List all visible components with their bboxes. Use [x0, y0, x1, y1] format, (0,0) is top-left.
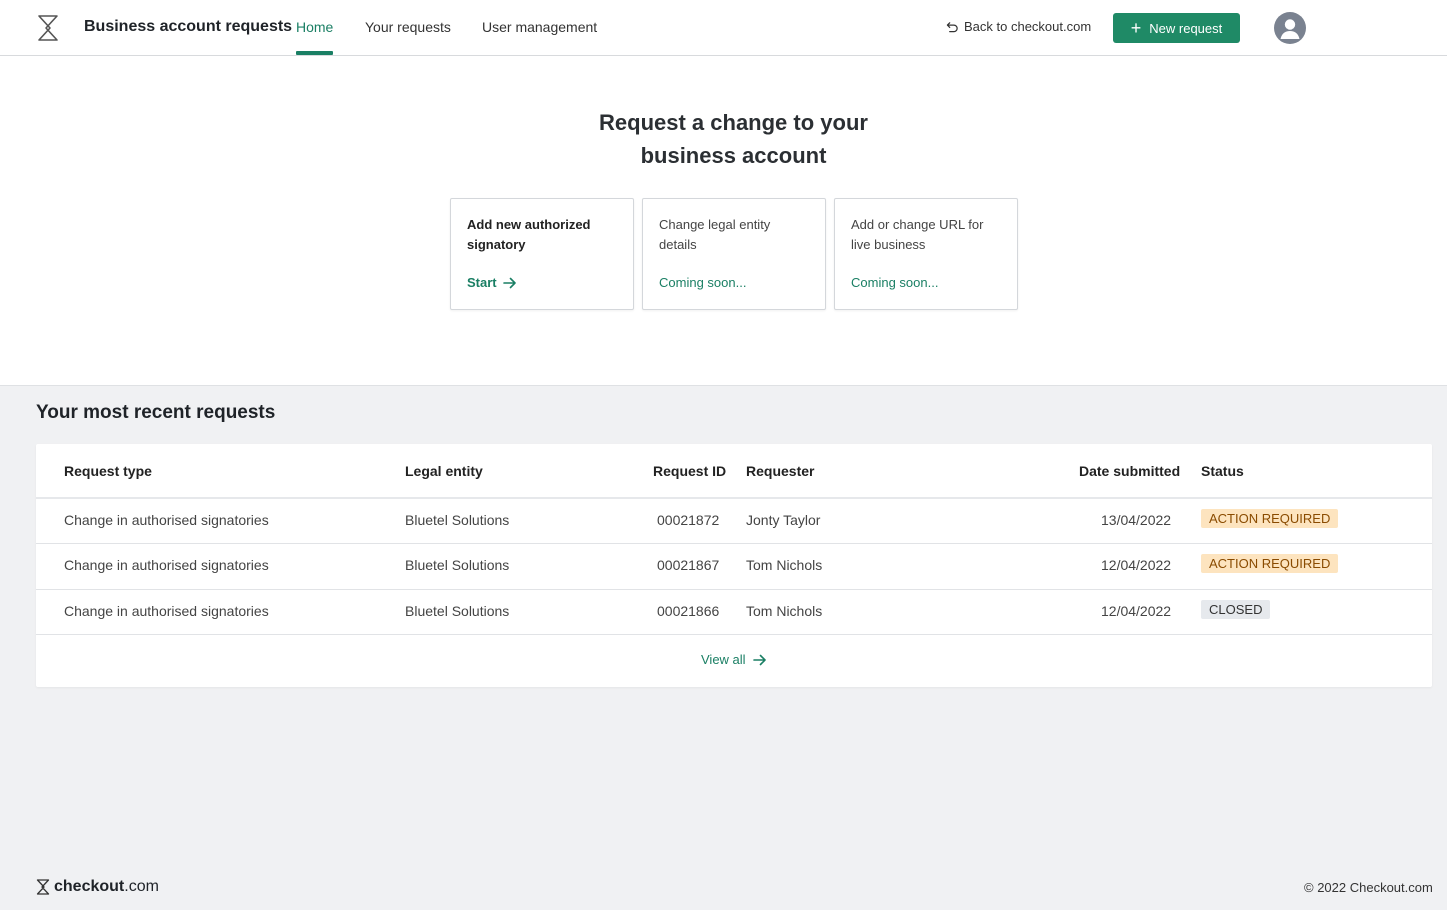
date-submitted-cell: 12/04/2022	[1101, 557, 1172, 573]
brand-bold: checkout	[54, 878, 125, 895]
card-change-legal-entity[interactable]: Change legal entity details Coming soon.…	[642, 198, 826, 310]
page-title-line-2: business account	[640, 143, 827, 168]
view-all-label: View all	[701, 652, 746, 667]
card-change-live-url[interactable]: Add or change URL for live business Comi…	[834, 198, 1018, 310]
brand-domain: .com	[124, 878, 159, 895]
copyright-text: © 2022 Checkout.com	[1304, 880, 1433, 895]
page-title-line-1: Request a change to your	[599, 110, 868, 135]
tab-user-management[interactable]: User management	[482, 19, 597, 35]
column-header-request-id[interactable]: Request ID	[653, 463, 726, 479]
card-title: Add new authorized signatory	[467, 217, 591, 252]
arrow-right-icon	[752, 654, 766, 665]
status-badge: ACTION REQUIRED	[1201, 509, 1339, 528]
column-header-status[interactable]: Status	[1201, 463, 1244, 479]
new-request-button[interactable]: + New request	[1113, 13, 1240, 43]
table-row[interactable]: Change in authorised signatories Bluetel…	[36, 589, 1432, 635]
table-footer: View all	[36, 634, 1432, 687]
recent-requests-heading: Your most recent requests	[36, 402, 276, 423]
requester-cell: Tom Nichols	[746, 603, 823, 619]
requester-cell: Tom Nichols	[746, 557, 823, 573]
request-type-cell: Change in authorised signatories	[64, 512, 269, 528]
page-title: Request a change to your business accoun…	[0, 106, 1447, 172]
back-link-label: Back to checkout.com	[964, 19, 1092, 34]
card-title: Change legal entity details	[659, 217, 771, 252]
date-submitted-cell: 12/04/2022	[1101, 603, 1172, 619]
legal-entity-cell: Bluetel Solutions	[405, 603, 510, 619]
app-title: Business account requests	[84, 18, 293, 35]
new-request-label: New request	[1149, 20, 1223, 36]
legal-entity-cell: Bluetel Solutions	[405, 557, 510, 573]
legal-entity-cell: Bluetel Solutions	[405, 512, 510, 528]
start-link[interactable]: Start	[467, 275, 517, 290]
recent-requests-table: Request type Legal entity Request ID Req…	[36, 444, 1432, 687]
column-header-requester[interactable]: Requester	[746, 463, 814, 479]
status-badge: ACTION REQUIRED	[1201, 554, 1339, 573]
view-all-link[interactable]: View all	[701, 652, 767, 667]
card-title: Add or change URL for live business	[851, 217, 984, 252]
card-add-authorized-signatory[interactable]: Add new authorized signatory Start	[450, 198, 634, 310]
date-submitted-cell: 13/04/2022	[1101, 512, 1172, 528]
footer-brand-name: checkout.com	[54, 878, 159, 896]
status-badge: CLOSED	[1201, 600, 1271, 619]
table-row[interactable]: Change in authorised signatories Bluetel…	[36, 543, 1432, 589]
request-id-cell: 00021866	[657, 603, 720, 619]
arrow-right-icon	[502, 277, 516, 288]
checkout-logo-icon	[36, 879, 50, 895]
start-label: Start	[467, 275, 497, 290]
tab-home[interactable]: Home	[296, 19, 333, 35]
column-header-date-submitted[interactable]: Date submitted	[1079, 463, 1180, 479]
table-row[interactable]: Change in authorised signatories Bluetel…	[36, 497, 1432, 543]
checkout-logo-icon[interactable]	[36, 14, 60, 42]
user-avatar[interactable]	[1274, 12, 1306, 44]
plus-icon: +	[1130, 18, 1142, 38]
top-navigation-bar: Business account requests Home Your requ…	[0, 0, 1447, 56]
request-id-cell: 00021867	[657, 557, 720, 573]
request-change-section: Request a change to your business accoun…	[0, 56, 1447, 386]
active-tab-indicator	[296, 51, 333, 55]
request-type-cell: Change in authorised signatories	[64, 603, 269, 619]
back-to-checkout-link[interactable]: Back to checkout.com	[946, 19, 1091, 34]
footer-checkout-logo[interactable]: checkout.com	[36, 878, 159, 896]
request-id-cell: 00021872	[657, 512, 720, 528]
user-profile-icon	[1280, 19, 1300, 39]
coming-soon-label: Coming soon...	[851, 275, 939, 290]
requester-cell: Jonty Taylor	[746, 512, 821, 528]
coming-soon-label: Coming soon...	[659, 275, 747, 290]
tab-your-requests[interactable]: Your requests	[365, 19, 451, 35]
undo-arrow-icon	[946, 22, 958, 33]
column-header-request-type[interactable]: Request type	[64, 463, 152, 479]
column-header-legal-entity[interactable]: Legal entity	[405, 463, 483, 479]
request-type-cell: Change in authorised signatories	[64, 557, 269, 573]
